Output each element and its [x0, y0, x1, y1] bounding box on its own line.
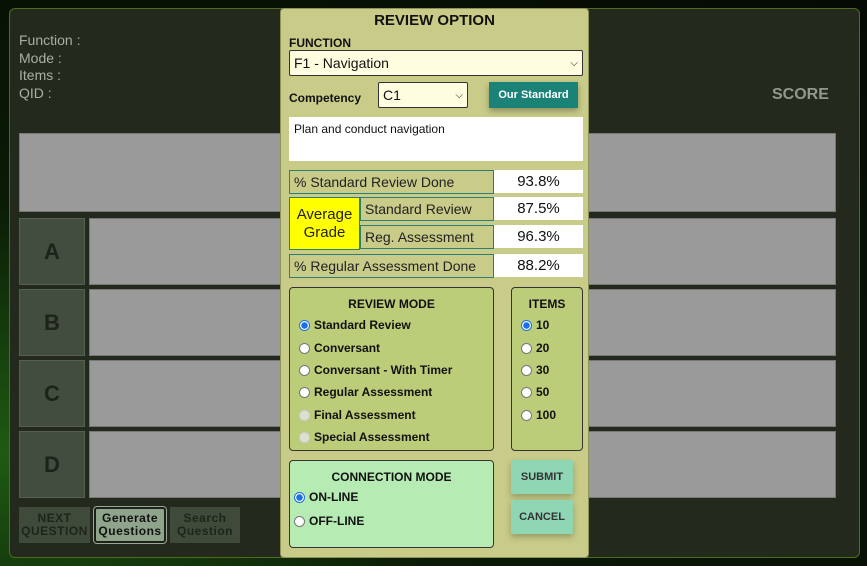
connection-offline[interactable]: OFF-LINE — [294, 514, 364, 528]
radio-icon[interactable] — [299, 364, 310, 376]
items-group: ITEMS 10 20 30 50 100 — [511, 287, 583, 451]
answer-letter: B — [19, 289, 85, 356]
mode-special-assessment: Special Assessment — [299, 430, 430, 444]
function-value: F1 - Navigation — [294, 55, 389, 71]
items-title: ITEMS — [528, 297, 566, 311]
connection-online[interactable]: ON-LINE — [294, 490, 358, 504]
mode-info: Mode : — [19, 49, 62, 66]
items-info: Items : — [19, 67, 62, 83]
submit-button[interactable]: SUBMIT — [511, 460, 573, 494]
next-question-button[interactable]: NEXT QUESTION — [19, 507, 90, 543]
mode-standard-review[interactable]: Standard Review — [299, 318, 411, 332]
review-mode-title: REVIEW MODE — [348, 297, 435, 311]
radio-icon[interactable] — [299, 342, 310, 354]
radio-icon[interactable] — [521, 409, 532, 421]
quiz-info: Function : Mode : Items : QID : — [19, 32, 80, 102]
review-mode-group: REVIEW MODE Standard Review Conversant C… — [289, 287, 494, 451]
items-50[interactable]: 50 — [521, 385, 549, 399]
std-review-label: Standard Review — [360, 197, 494, 221]
radio-icon[interactable] — [521, 319, 532, 331]
items-10[interactable]: 10 — [521, 318, 549, 332]
score-label: SCORE — [772, 86, 829, 103]
average-grade-label: Average Grade — [289, 197, 360, 250]
radio-icon[interactable] — [294, 515, 305, 527]
generate-questions-button[interactable]: Generate Questions — [93, 506, 167, 544]
reg-assess-label: Reg. Assessment — [360, 225, 494, 249]
radio-icon[interactable] — [299, 319, 310, 331]
option-label: ON-LINE — [309, 490, 359, 504]
chevron-down-icon: ⌵ — [570, 57, 578, 69]
connection-mode-title: CONNECTION MODE — [331, 470, 452, 484]
reg-assess-value: 96.3% — [494, 225, 583, 248]
dialog-title: REVIEW OPTION — [374, 12, 495, 29]
qid-info: QID : — [19, 84, 52, 101]
radio-icon[interactable] — [521, 386, 532, 398]
option-label: Conversant — [314, 341, 381, 355]
competency-value: C1 — [383, 87, 401, 103]
option-label: Final Assessment — [314, 408, 416, 422]
reg-done-value: 88.2% — [494, 254, 583, 277]
mode-regular-assessment[interactable]: Regular Assessment — [299, 385, 432, 399]
std-review-value: 87.5% — [494, 197, 583, 220]
option-label: OFF-LINE — [309, 514, 365, 528]
option-label: 50 — [536, 385, 550, 399]
radio-icon — [299, 431, 310, 443]
option-label: Conversant - With Timer — [314, 363, 453, 377]
function-info: Function : — [19, 32, 81, 48]
function-select[interactable]: F1 - Navigation ⌵ — [289, 50, 583, 76]
option-label: Regular Assessment — [314, 385, 433, 399]
mode-final-assessment: Final Assessment — [299, 408, 416, 422]
connection-mode-group: CONNECTION MODE ON-LINE OFF-LINE — [289, 460, 494, 548]
radio-icon[interactable] — [521, 364, 532, 376]
radio-icon[interactable] — [521, 342, 532, 354]
mode-conversant[interactable]: Conversant — [299, 341, 380, 355]
items-100[interactable]: 100 — [521, 408, 556, 422]
answer-letter: A — [19, 218, 85, 285]
competency-description: Plan and conduct navigation — [289, 117, 583, 161]
our-standard-button[interactable]: Our Standard — [489, 82, 578, 108]
option-label: 20 — [536, 341, 550, 355]
function-label: FUNCTION — [289, 36, 351, 50]
option-label: 30 — [536, 363, 550, 377]
mode-conversant-timer[interactable]: Conversant - With Timer — [299, 363, 452, 377]
items-30[interactable]: 30 — [521, 363, 549, 377]
option-label: Standard Review — [314, 318, 411, 332]
option-label: 10 — [536, 318, 550, 332]
answer-letter: C — [19, 360, 85, 427]
std-done-value: 93.8% — [494, 170, 583, 193]
radio-icon[interactable] — [294, 491, 305, 503]
items-20[interactable]: 20 — [521, 341, 549, 355]
option-label: 100 — [536, 408, 557, 422]
reg-done-label: % Regular Assessment Done — [289, 254, 494, 278]
cancel-button[interactable]: CANCEL — [511, 500, 573, 534]
answer-letter: D — [19, 431, 85, 498]
search-question-button[interactable]: Search Question — [170, 507, 240, 543]
std-done-label: % Standard Review Done — [289, 170, 494, 194]
radio-icon[interactable] — [299, 386, 310, 398]
option-label: Special Assessment — [314, 430, 430, 444]
chevron-down-icon: ⌵ — [455, 89, 463, 101]
radio-icon — [299, 409, 310, 421]
competency-label: Competency — [289, 91, 362, 105]
review-option-dialog: REVIEW OPTION FUNCTION F1 - Navigation ⌵ … — [280, 8, 589, 558]
competency-select[interactable]: C1 ⌵ — [378, 82, 468, 108]
